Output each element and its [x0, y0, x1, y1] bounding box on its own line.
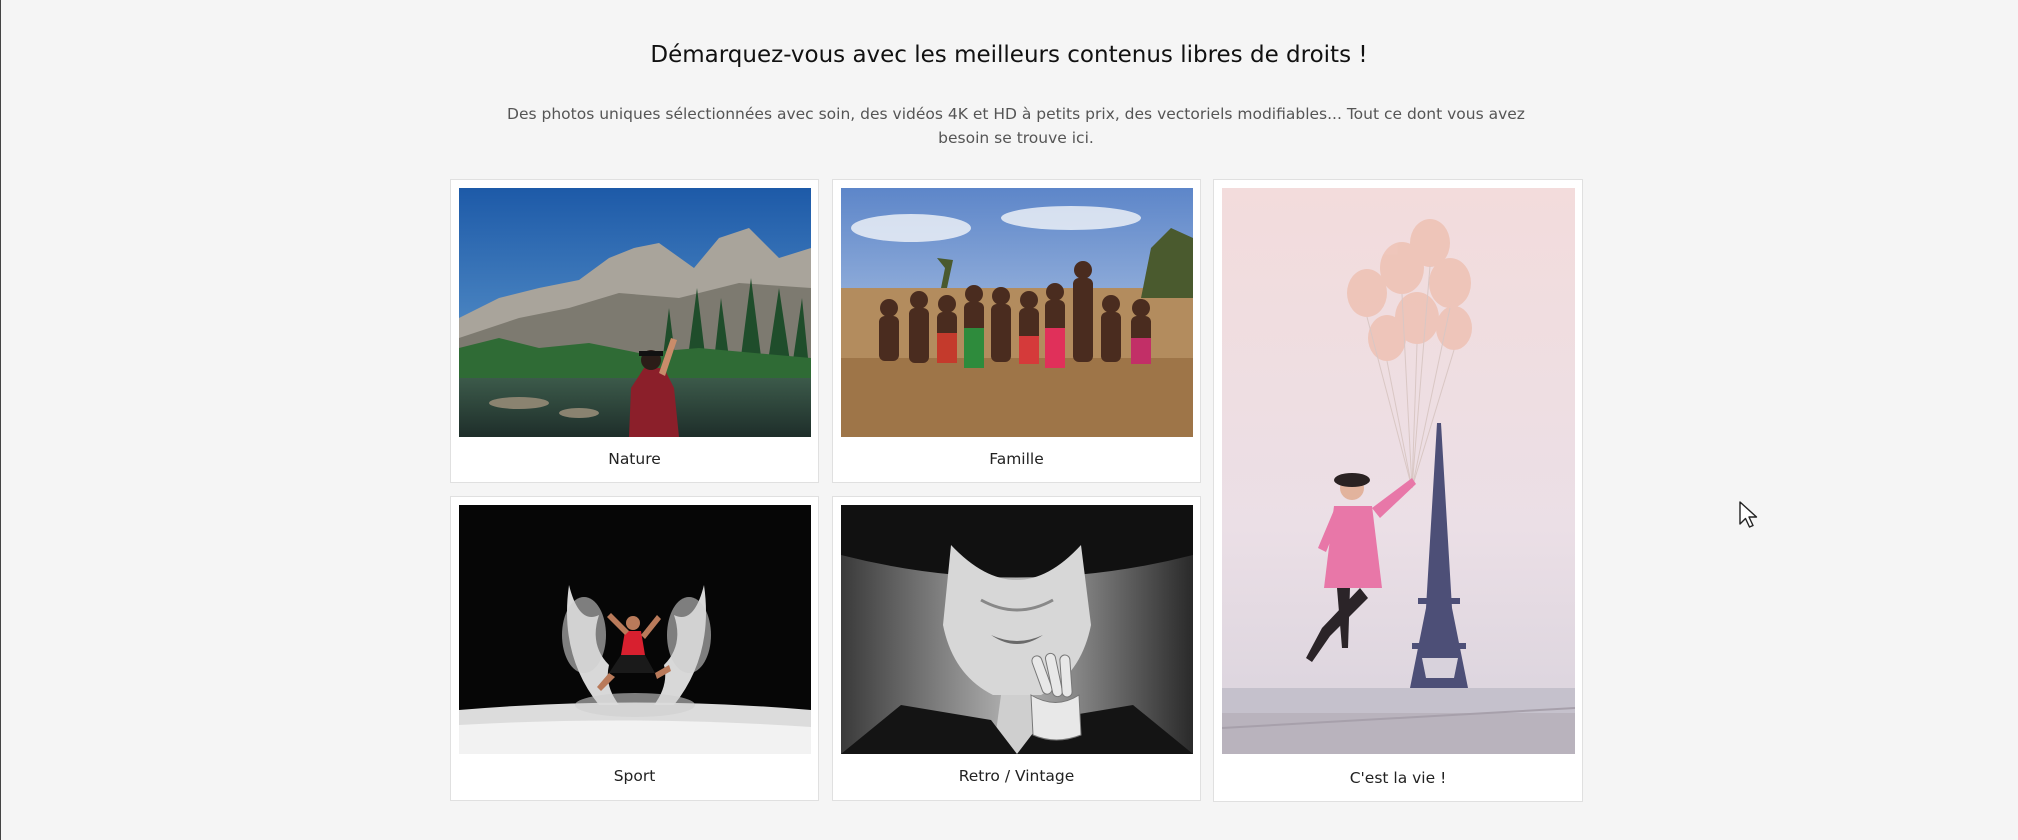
cest-la-vie-photo[interactable] — [1222, 188, 1575, 754]
famille-photo[interactable] — [841, 188, 1193, 437]
page-title: Démarquez-vous avec les meilleurs conten… — [650, 42, 1368, 68]
mouse-cursor-icon — [1739, 501, 1758, 528]
category-label-nature: Nature — [608, 450, 661, 468]
category-label-sport: Sport — [613, 767, 656, 785]
category-card-retro-vintage[interactable]: Retro / Vintage — [832, 496, 1201, 801]
page-subtitle: Des photos uniques sélectionnées avec so… — [507, 105, 1525, 147]
category-card-nature[interactable]: Nature — [450, 179, 819, 483]
retro-vintage-photo[interactable] — [841, 505, 1193, 754]
category-label-cest-la-vie: C'est la vie ! — [1349, 769, 1447, 787]
page-left-border — [0, 0, 1, 840]
category-card-famille[interactable]: Famille — [832, 179, 1201, 483]
sport-photo[interactable] — [459, 505, 811, 754]
category-label-famille: Famille — [989, 450, 1044, 468]
category-card-sport[interactable]: Sport — [450, 496, 819, 801]
category-card-cest-la-vie[interactable]: C'est la vie ! — [1213, 179, 1583, 802]
nature-photo[interactable] — [459, 188, 811, 437]
category-label-retro-vintage: Retro / Vintage — [958, 767, 1075, 785]
